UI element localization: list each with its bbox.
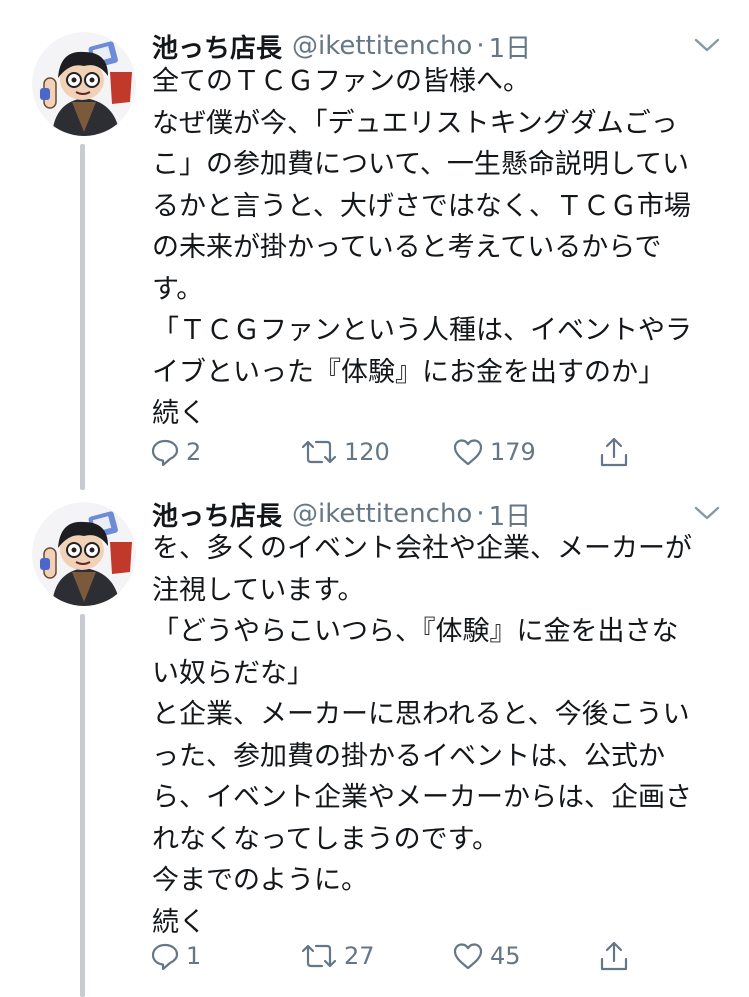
retweet-count: 120 [344,438,390,466]
like-count: 45 [490,942,521,970]
thread-connector [80,144,85,490]
tweet-text-line: 今までのように。 [152,865,368,896]
tweet-actions: 2 120 179 [150,432,650,472]
tweet-text-line: るかと言うと、大げさではなく、ＴＣＧ市場 [152,190,691,222]
share-icon [600,941,628,971]
tweet-2[interactable]: 池っち店長 @ikettitencho · 1日 を、多くのイベント会社や企業、… [0,490,749,997]
tweet-text-line: ら、イベント企業やメーカーからは、企画さ [152,782,692,813]
user-handle[interactable]: @ikettitencho [292,499,472,529]
tweet-text: を、多くのイベント会社や企業、メーカーが 注視しています。 「どうやらこいつら、… [152,528,732,943]
avatar-illustration [32,502,136,606]
tweet-text-line: なぜ僕が今、「デュエリストキングダムごっ [152,107,678,139]
tweet-text-line: った、参加費の掛かるイベントは、公式か [152,740,665,772]
share-button[interactable] [598,432,630,472]
tweet-text-line: れなくなってしまうのです。 [152,823,499,855]
reply-count: 1 [186,942,202,970]
heart-icon [453,943,483,970]
reply-button[interactable]: 2 [150,432,201,472]
tweet-text-line: 「ＴＣＧファンという人種は、イベントやラ [152,315,692,346]
header-separator: · [476,499,485,529]
tweet-actions: 1 27 45 [150,936,650,976]
header-separator: · [476,31,485,61]
share-icon [600,437,628,467]
tweet-text-line: 注視しています。 [152,574,365,606]
tweet-text-line: 「どうやらこいつら、『体験』に金を出さな [152,616,679,647]
timestamp[interactable]: 1日 [489,496,532,533]
retweet-count: 27 [344,942,375,970]
tweet-text: 全てのＴＣＧファンの皆様へ。 なぜ僕が今、「デュエリストキングダムごっ こ」の参… [152,61,732,435]
chevron-down-icon[interactable] [692,502,722,524]
avatar-illustration [32,32,136,136]
tweet-text-line: 全てのＴＣＧファンの皆様へ。 [152,66,530,97]
tweet-1[interactable]: 池っち店長 @ikettitencho · 1日 全てのＴＣＧファンの皆様へ。 … [0,0,749,490]
retweet-button[interactable]: 27 [300,936,375,976]
reply-icon [151,943,179,971]
share-button[interactable] [598,936,630,976]
reply-count: 2 [186,438,202,466]
avatar[interactable] [32,32,136,136]
reply-icon [151,439,179,467]
chevron-down-icon[interactable] [692,34,722,56]
retweet-button[interactable]: 120 [300,432,390,472]
tweet-text-line: こ」の参加費について、一生懸命説明してい [152,149,690,180]
tweet-text-line: 続く [152,398,206,429]
thread-connector [80,614,85,997]
user-handle[interactable]: @ikettitencho [292,31,472,61]
display-name[interactable]: 池っち店長 [152,496,282,533]
tweet-text-line: い奴らだな」 [152,657,314,689]
heart-icon [453,439,483,466]
tweet-text-line: を、多くのイベント会社や企業、メーカーが [152,533,692,564]
like-button[interactable]: 45 [452,936,521,976]
like-button[interactable]: 179 [452,432,536,472]
display-name[interactable]: 池っち店長 [152,28,282,65]
reply-button[interactable]: 1 [150,936,201,976]
timestamp[interactable]: 1日 [489,28,532,65]
avatar[interactable] [32,502,136,606]
retweet-icon [301,440,337,464]
like-count: 179 [490,438,536,466]
retweet-icon [301,944,337,968]
tweet-text-line: す。 [152,273,204,305]
tweet-text-line: と企業、メーカーに思われると、今後こうい [152,699,690,730]
tweet-text-line: の未来が掛かっていると考えているからで [152,232,662,263]
tweet-header: 池っち店長 @ikettitencho · 1日 [152,26,531,66]
tweet-text-line: イブといった『体験』にお金を出すのか」 [152,356,665,388]
